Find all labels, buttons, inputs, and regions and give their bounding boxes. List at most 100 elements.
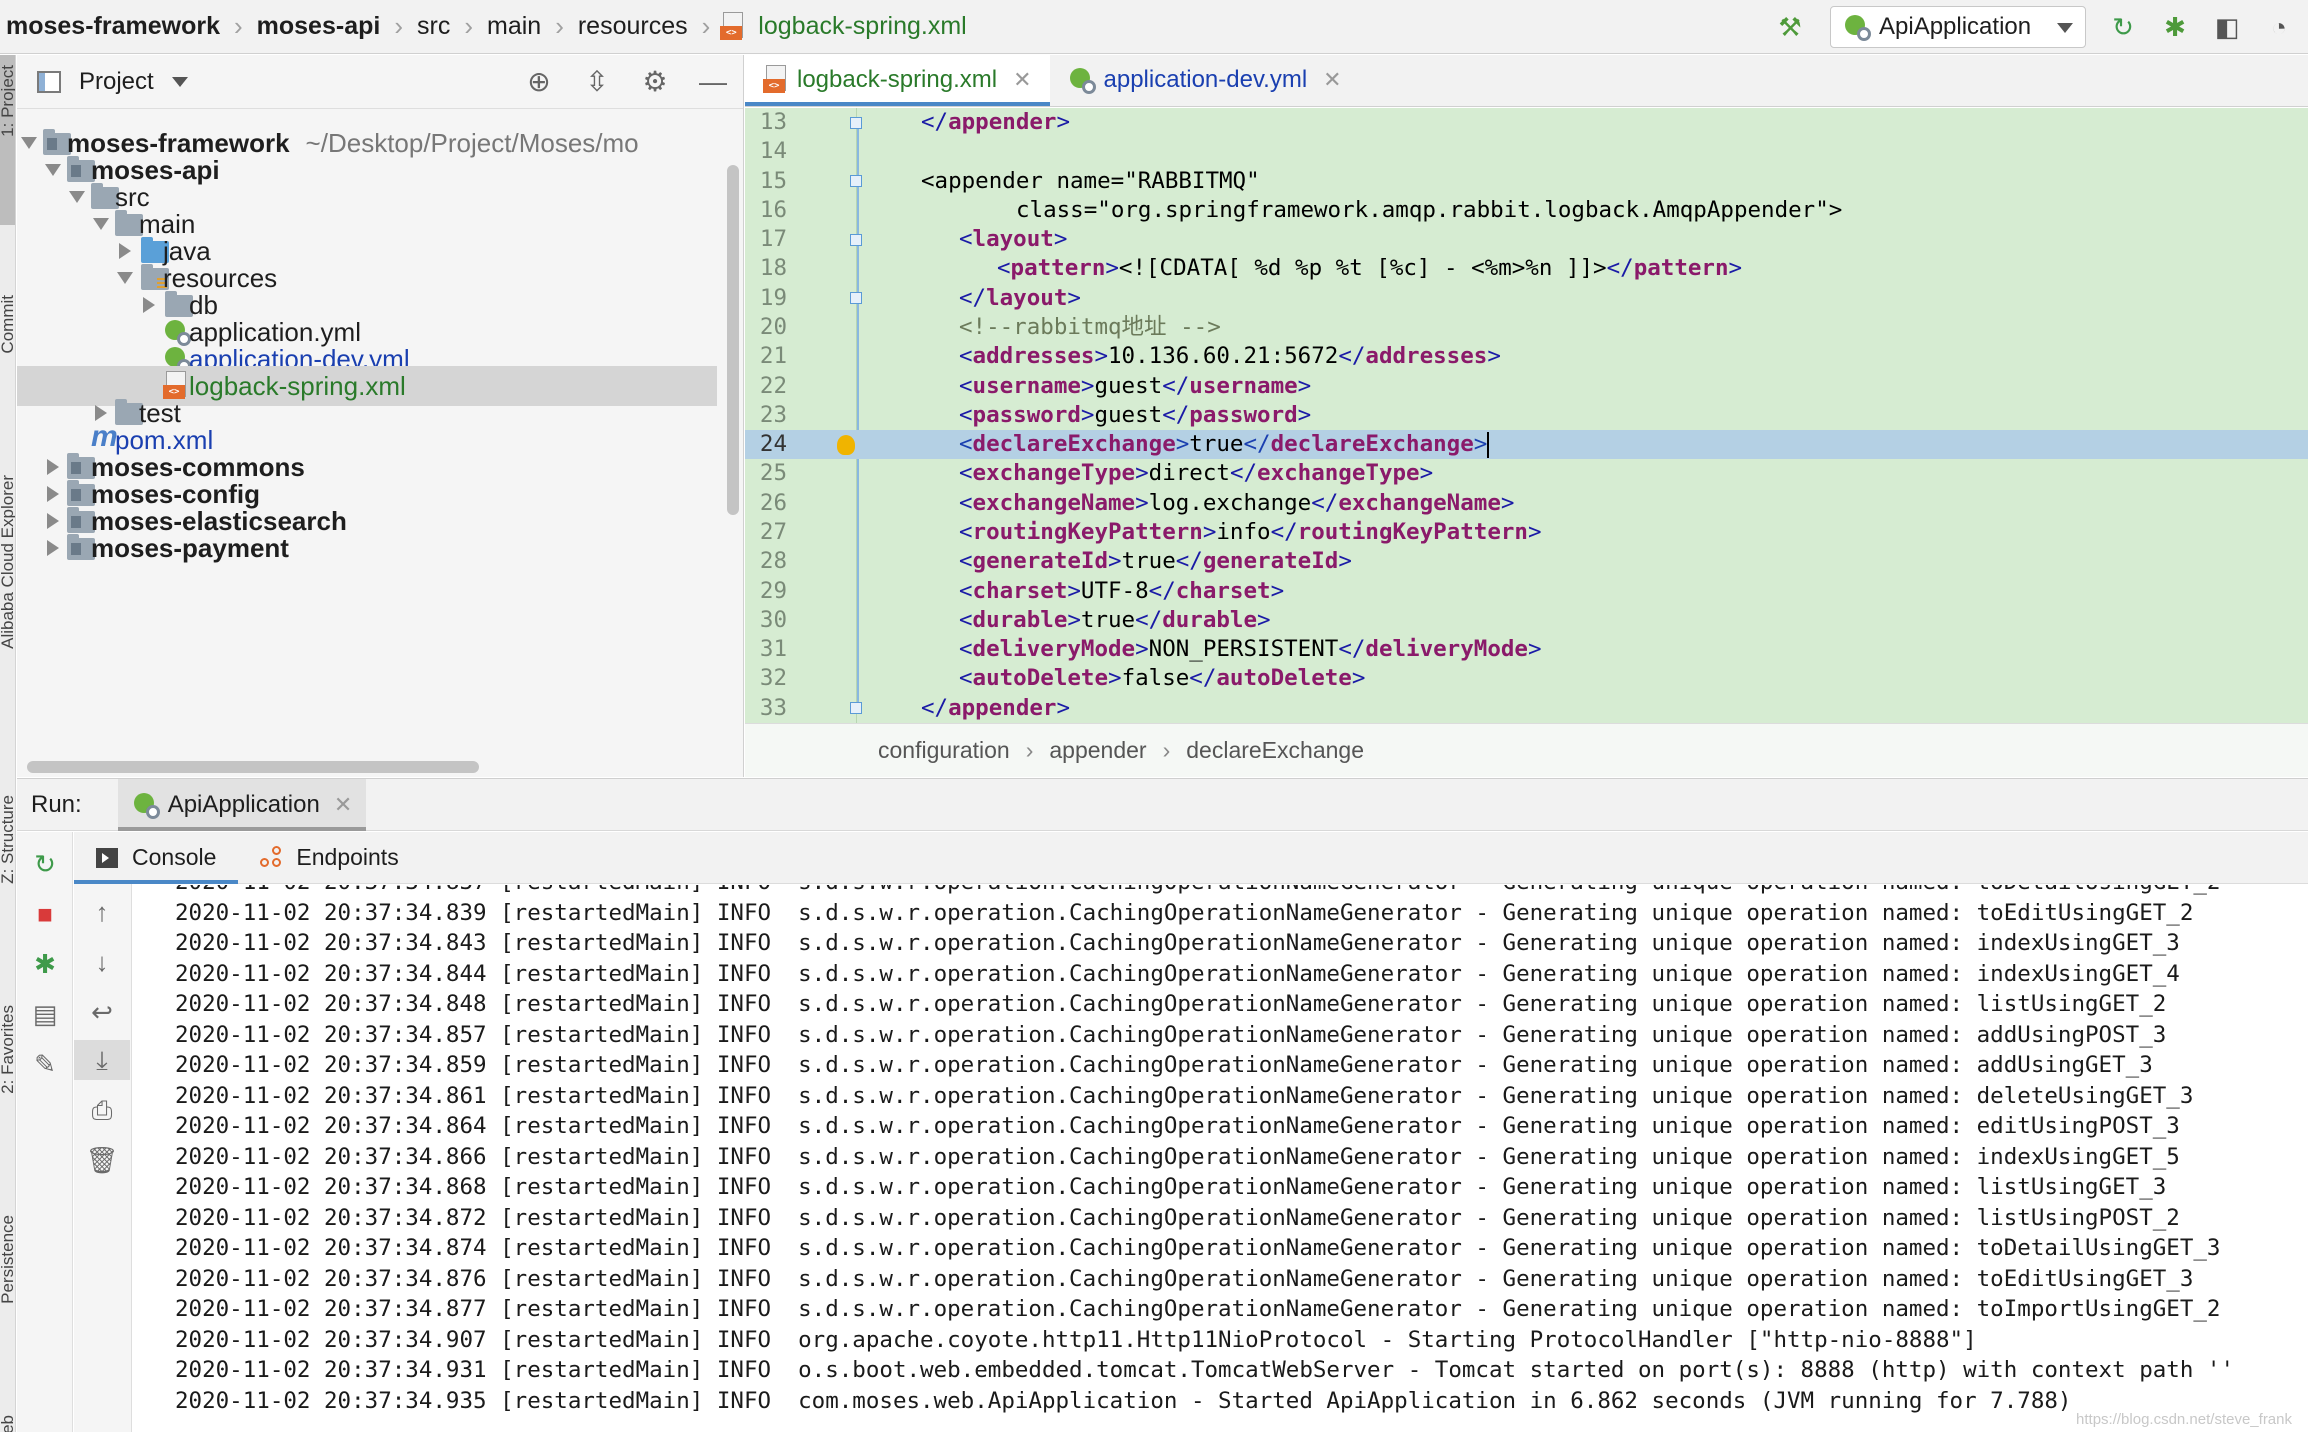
code-line[interactable]: 24 <declareExchange>true</declareExchange… xyxy=(745,430,2308,460)
breadcrumb-item-appender[interactable]: appender xyxy=(1049,737,1146,764)
layout-icon[interactable]: ▤ xyxy=(17,994,73,1034)
close-icon[interactable]: ✕ xyxy=(1013,67,1031,93)
code-line[interactable]: 18 <pattern><![CDATA[ %d %p %t [%c] - <%m… xyxy=(745,254,2308,283)
fold-marker-icon[interactable] xyxy=(850,116,862,129)
code-line[interactable]: 29 <charset>UTF-8</charset> xyxy=(745,577,2308,606)
print-icon[interactable]: ⎙ xyxy=(74,1090,130,1130)
fold-marker-icon[interactable] xyxy=(850,233,862,246)
tab-endpoints[interactable]: Endpoints xyxy=(238,832,420,884)
scroll-to-end-icon[interactable]: ⤓ xyxy=(74,1040,130,1080)
code-line[interactable]: 21 <addresses>10.136.60.21:5672</addresse… xyxy=(745,342,2308,371)
lightbulb-icon[interactable] xyxy=(837,435,855,456)
expand-arrow-icon[interactable] xyxy=(143,297,155,313)
expand-arrow-icon[interactable] xyxy=(47,540,59,556)
console-log-line: 2020-11-02 20:37:34.872 [restartedMain] … xyxy=(175,1204,2180,1231)
code-line[interactable]: 26 <exchangeName>log.exchange</exchangeNa… xyxy=(745,489,2308,518)
tool-window-project[interactable]: 1: Project xyxy=(0,65,15,137)
breadcrumb-item-project[interactable]: moses-framework xyxy=(2,12,224,41)
stop-icon[interactable]: ■ xyxy=(17,894,73,934)
spring-boot-icon xyxy=(1843,13,1871,41)
close-icon[interactable]: ✕ xyxy=(334,792,352,818)
tree-node-moses-payment[interactable]: moses-payment xyxy=(17,528,717,568)
code-line[interactable]: 14 xyxy=(745,137,2308,166)
expand-arrow-icon[interactable] xyxy=(47,513,59,529)
breadcrumb-item-resources[interactable]: resources xyxy=(574,12,692,41)
soft-wrap-icon[interactable]: ↩ xyxy=(74,992,130,1032)
build-hammer-icon[interactable]: ⚒ xyxy=(1775,12,1805,42)
tool-window-alibaba-cloud[interactable]: Alibaba Cloud Explorer xyxy=(0,475,15,649)
code-line[interactable]: 33 </appender> xyxy=(745,694,2308,723)
code-line[interactable]: 20 <!--rabbitmq地址 --> xyxy=(745,313,2308,342)
code-line[interactable]: 25 <exchangeType>direct</exchangeType> xyxy=(745,459,2308,488)
collapse-all-icon[interactable]: ⇳ xyxy=(579,65,615,99)
expand-arrow-icon[interactable] xyxy=(21,137,37,149)
fold-marker-icon[interactable] xyxy=(850,175,862,188)
code-line[interactable]: 22 <username>guest</username> xyxy=(745,372,2308,401)
expand-arrow-icon[interactable] xyxy=(95,405,107,421)
expand-arrow-icon[interactable] xyxy=(69,191,85,203)
breadcrumb-item-main[interactable]: main xyxy=(483,12,545,41)
expand-arrow-icon[interactable] xyxy=(93,218,109,230)
code-area[interactable]: 13 </appender> 14 15 <appender name="RABBITM… xyxy=(745,108,2308,723)
breadcrumb-item-configuration[interactable]: configuration xyxy=(878,737,1010,764)
fold-marker-icon[interactable] xyxy=(850,702,862,715)
expand-arrow-icon[interactable] xyxy=(45,164,61,176)
run-label: Run: xyxy=(31,790,82,818)
gear-icon[interactable]: ⚙ xyxy=(637,65,673,99)
debug-bug-icon[interactable]: ✱ xyxy=(2160,12,2190,42)
code-line[interactable]: 23 <password>guest</password> xyxy=(745,401,2308,430)
project-header: Project ⊕ ⇳ ⚙ — xyxy=(17,55,743,109)
code-line[interactable]: 15 <appender name="RABBITMQ" xyxy=(745,167,2308,196)
breadcrumb-item-module[interactable]: moses-api xyxy=(253,12,385,41)
code-line[interactable]: 19 </layout> xyxy=(745,284,2308,313)
breadcrumb-item-file[interactable]: logback-spring.xml xyxy=(754,12,970,41)
tool-window-persistence[interactable]: Persistence xyxy=(0,1215,15,1304)
tab-logback-spring-xml[interactable]: <> logback-spring.xml ✕ xyxy=(745,54,1050,106)
expand-arrow-icon[interactable] xyxy=(47,459,59,475)
chevron-down-icon[interactable] xyxy=(171,76,188,87)
code-line[interactable]: 32 <autoDelete>false</autoDelete> xyxy=(745,664,2308,693)
tool-window-structure[interactable]: Z: Structure xyxy=(0,795,15,884)
code-line[interactable]: 30 <durable>true</durable> xyxy=(745,606,2308,635)
run-tab-api-application[interactable]: ApiApplication ✕ xyxy=(117,778,367,831)
tab-console[interactable]: Console xyxy=(74,832,239,884)
debug-bug-icon[interactable]: ✱ xyxy=(17,944,73,984)
project-vertical-scrollbar[interactable] xyxy=(727,165,739,515)
close-icon[interactable]: ✕ xyxy=(1323,67,1341,93)
code-text: </layout> xyxy=(959,284,1081,311)
trash-icon[interactable]: 🗑 xyxy=(74,1140,130,1180)
console-output[interactable]: 2020-11-02 20:37:34.837 [restartedMain] … xyxy=(133,885,2308,1432)
coverage-icon[interactable]: ◧ xyxy=(2212,12,2242,42)
code-line[interactable]: 28 <generateId>true</generateId> xyxy=(745,547,2308,576)
code-line[interactable]: 27 <routingKeyPattern>info</routingKeyPat… xyxy=(745,518,2308,547)
fold-marker-icon[interactable] xyxy=(850,292,862,305)
run-configuration-select[interactable]: ApiApplication xyxy=(1830,6,2086,48)
expand-arrow-icon[interactable] xyxy=(119,243,131,259)
code-text: <routingKeyPattern>info</routingKeyPatte… xyxy=(959,519,1542,545)
tab-application-dev-yml[interactable]: application-dev.yml ✕ xyxy=(1050,54,1360,106)
profiler-icon[interactable]: ◔ xyxy=(2264,12,2294,42)
breadcrumb-item-declare-exchange[interactable]: declareExchange xyxy=(1186,737,1364,764)
code-line[interactable]: 13 </appender> xyxy=(745,108,2308,137)
tool-window-favorites[interactable]: 2: Favorites xyxy=(0,1005,15,1094)
rerun-icon[interactable]: ↻ xyxy=(17,844,73,884)
hide-panel-icon[interactable]: — xyxy=(695,65,731,99)
scroll-down-icon[interactable]: ↓ xyxy=(74,942,130,982)
scroll-up-icon[interactable]: ↑ xyxy=(74,892,130,932)
code-text: <generateId>true</generateId> xyxy=(959,548,1352,575)
code-line[interactable]: 16 class="org.springframework.amqp.rabbit… xyxy=(745,196,2308,225)
line-number: 14 xyxy=(759,138,787,165)
project-view-title[interactable]: Project xyxy=(79,68,154,96)
rerun-icon[interactable]: ↻ xyxy=(2108,12,2138,42)
expand-arrow-icon[interactable] xyxy=(47,486,59,502)
run-tool-window: Run: ApiApplication ✕ ↻ ■ ✱ ▤ ✎ Console … xyxy=(17,778,2308,1432)
locate-file-icon[interactable]: ⊕ xyxy=(521,65,557,99)
expand-arrow-icon[interactable] xyxy=(117,272,133,284)
project-horizontal-scrollbar[interactable] xyxy=(27,761,479,773)
pin-icon[interactable]: ✎ xyxy=(17,1044,73,1084)
code-line[interactable]: 31 <deliveryMode>NON_PERSISTENT</delivery… xyxy=(745,635,2308,664)
breadcrumb-item-src[interactable]: src xyxy=(413,12,454,41)
tool-window-commit[interactable]: Commit xyxy=(0,295,15,354)
code-line[interactable]: 17 <layout> xyxy=(745,225,2308,254)
tool-window-web[interactable]: Web xyxy=(0,1415,15,1432)
